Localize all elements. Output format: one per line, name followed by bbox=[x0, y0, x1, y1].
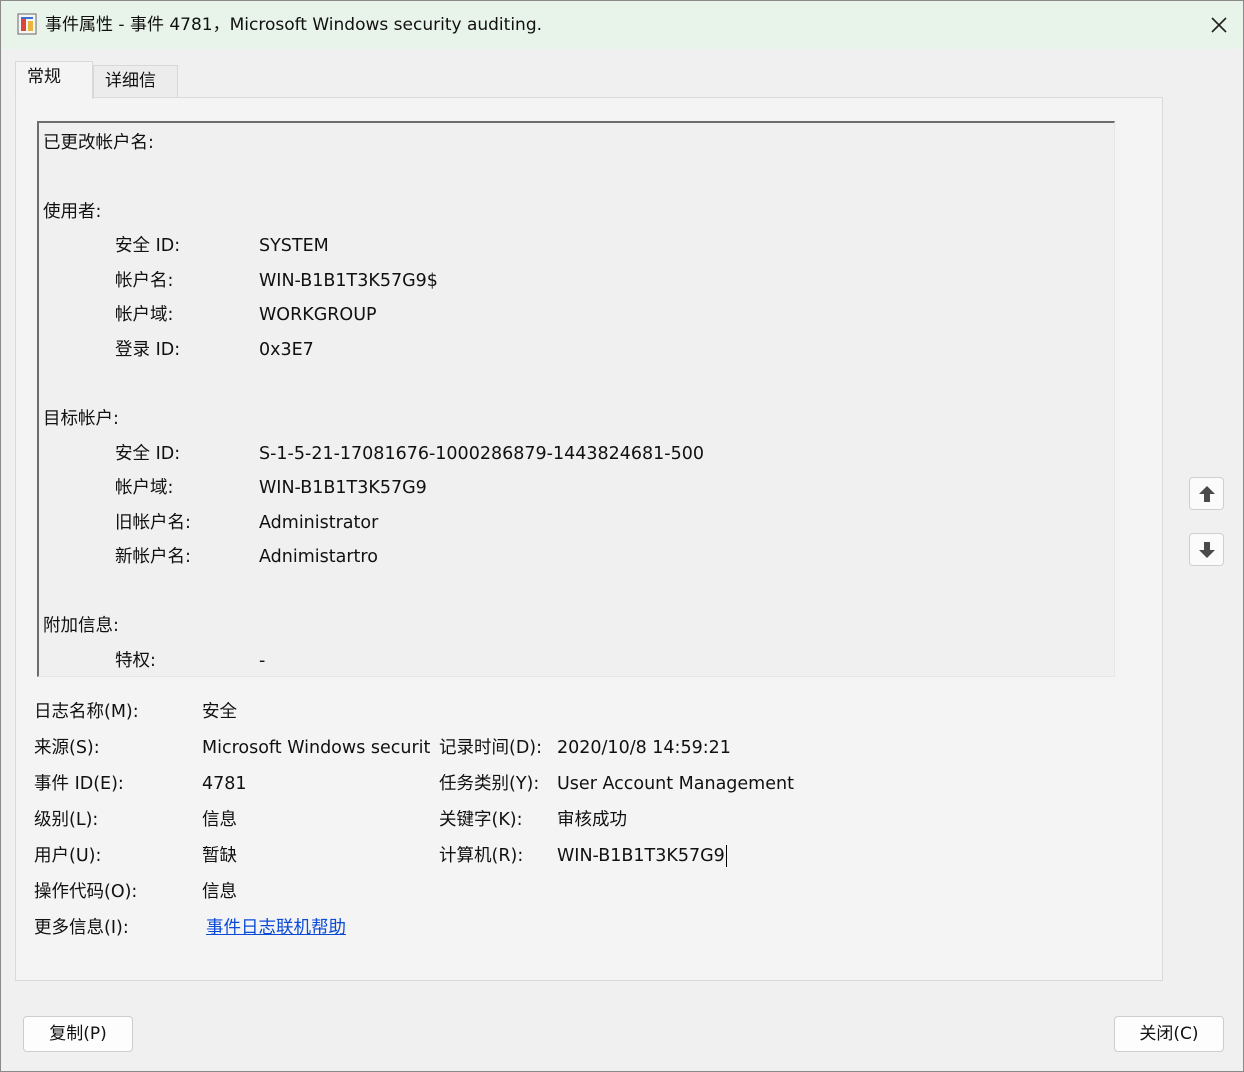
field-label: 帐户域: bbox=[115, 305, 174, 325]
field-row: 登录 ID: 0x3E7 bbox=[43, 337, 743, 363]
keywords-value[interactable]: 审核成功 bbox=[557, 807, 627, 833]
event-id-value[interactable]: 4781 bbox=[202, 771, 247, 797]
field-label: 新帐户名: bbox=[115, 547, 191, 567]
additional-heading: 附加信息: bbox=[43, 616, 119, 636]
field-row: 帐户域: WORKGROUP bbox=[43, 302, 743, 328]
log-name-value[interactable]: 安全 bbox=[202, 699, 237, 725]
field-value: SYSTEM bbox=[259, 236, 329, 256]
target-heading: 目标帐户: bbox=[43, 409, 119, 429]
field-value: Administrator bbox=[259, 513, 379, 533]
field-value: WIN-B1B1T3K57G9 bbox=[259, 478, 427, 498]
field-label: 帐户域: bbox=[115, 478, 174, 498]
description-heading: 已更改帐户名: bbox=[43, 133, 154, 153]
field-value: WIN-B1B1T3K57G9$ bbox=[259, 271, 438, 291]
keywords-label: 关键字(K): bbox=[439, 810, 523, 830]
field-value: WORKGROUP bbox=[259, 305, 377, 325]
opcode-label: 操作代码(O): bbox=[34, 882, 138, 902]
arrow-down-icon bbox=[1198, 541, 1215, 558]
logged-label: 记录时间(D): bbox=[439, 738, 543, 758]
task-category-value[interactable]: User Account Management bbox=[557, 771, 794, 797]
previous-event-button[interactable] bbox=[1189, 477, 1224, 510]
field-row: 新帐户名: Adnimistartro bbox=[43, 544, 743, 570]
more-info-label: 更多信息(I): bbox=[34, 918, 129, 938]
field-value: Adnimistartro bbox=[259, 547, 378, 567]
computer-field[interactable]: WIN-B1B1T3K57G9 bbox=[557, 843, 727, 869]
field-row: 旧帐户名: Administrator bbox=[43, 510, 743, 536]
field-row: 安全 ID: SYSTEM bbox=[43, 233, 743, 259]
arrow-up-icon bbox=[1198, 485, 1215, 502]
task-category-label: 任务类别(Y): bbox=[439, 774, 540, 794]
tab-general[interactable]: 常规 bbox=[15, 61, 93, 99]
event-id-label: 事件 ID(E): bbox=[34, 774, 124, 794]
field-label: 旧帐户名: bbox=[115, 513, 191, 533]
tab-details[interactable]: 详细信息 bbox=[93, 65, 178, 121]
logged-value[interactable]: 2020/10/8 14:59:21 bbox=[557, 735, 731, 761]
close-button[interactable]: 关闭(C) bbox=[1114, 1016, 1224, 1052]
level-value[interactable]: 信息 bbox=[202, 807, 237, 833]
field-label: 登录 ID: bbox=[115, 340, 181, 360]
subject-heading: 使用者: bbox=[43, 202, 102, 222]
event-properties-icon bbox=[17, 13, 37, 35]
source-label: 来源(S): bbox=[34, 738, 100, 758]
close-icon bbox=[1211, 17, 1227, 33]
level-label: 级别(L): bbox=[34, 810, 99, 830]
field-label: 特权: bbox=[115, 651, 156, 671]
event-properties-window: 事件属性 - 事件 4781，Microsoft Windows securit… bbox=[0, 0, 1244, 1072]
field-row: 帐户名: WIN-B1B1T3K57G9$ bbox=[43, 268, 743, 294]
close-window-button[interactable] bbox=[1197, 5, 1241, 45]
window-title: 事件属性 - 事件 4781，Microsoft Windows securit… bbox=[45, 15, 543, 35]
field-value: 0x3E7 bbox=[259, 340, 314, 360]
computer-value: WIN-B1B1T3K57G9 bbox=[557, 846, 725, 866]
copy-button[interactable]: 复制(P) bbox=[23, 1016, 133, 1052]
field-value: - bbox=[259, 651, 266, 671]
field-label: 帐户名: bbox=[115, 271, 174, 291]
title-bar: 事件属性 - 事件 4781，Microsoft Windows securit… bbox=[1, 1, 1243, 49]
field-label: 安全 ID: bbox=[115, 236, 181, 256]
field-row: 安全 ID: S-1-5-21-17081676-1000286879-1443… bbox=[43, 441, 943, 467]
field-value: S-1-5-21-17081676-1000286879-1443824681-… bbox=[259, 444, 705, 464]
event-description[interactable]: 已更改帐户名: 使用者: 安全 ID: SYSTEM 帐户名: WIN-B1B1… bbox=[37, 121, 1115, 677]
user-label: 用户(U): bbox=[34, 846, 102, 866]
user-value[interactable]: 暂缺 bbox=[202, 843, 237, 869]
field-row: 特权: - bbox=[43, 648, 743, 674]
next-event-button[interactable] bbox=[1189, 533, 1224, 566]
text-cursor bbox=[725, 845, 727, 867]
online-help-link[interactable]: 事件日志联机帮助 bbox=[206, 915, 346, 941]
source-value[interactable]: Microsoft Windows security bbox=[202, 735, 430, 761]
log-name-label: 日志名称(M): bbox=[34, 702, 139, 722]
computer-label: 计算机(R): bbox=[439, 846, 524, 866]
opcode-value[interactable]: 信息 bbox=[202, 879, 237, 905]
field-label: 安全 ID: bbox=[115, 444, 181, 464]
field-row: 帐户域: WIN-B1B1T3K57G9 bbox=[43, 475, 743, 501]
